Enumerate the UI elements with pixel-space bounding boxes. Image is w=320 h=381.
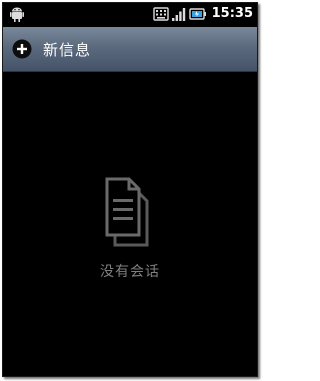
status-bar: 15:35 bbox=[3, 3, 257, 25]
empty-state-text: 没有会话 bbox=[100, 264, 160, 280]
battery-icon bbox=[188, 6, 207, 22]
document-icon bbox=[99, 175, 161, 249]
new-message-button[interactable]: 新信息 bbox=[3, 27, 257, 72]
status-icons: 15:35 bbox=[152, 5, 253, 23]
phone-screen: 15:35 新信息 没有会话 bbox=[2, 2, 258, 377]
plus-icon bbox=[12, 39, 32, 59]
empty-state: 没有会话 bbox=[3, 175, 257, 281]
new-message-label: 新信息 bbox=[43, 40, 92, 59]
signal-icon bbox=[171, 6, 186, 22]
status-clock: 15:35 bbox=[211, 6, 253, 21]
keyboard-icon bbox=[152, 6, 169, 22]
android-icon bbox=[9, 6, 25, 22]
